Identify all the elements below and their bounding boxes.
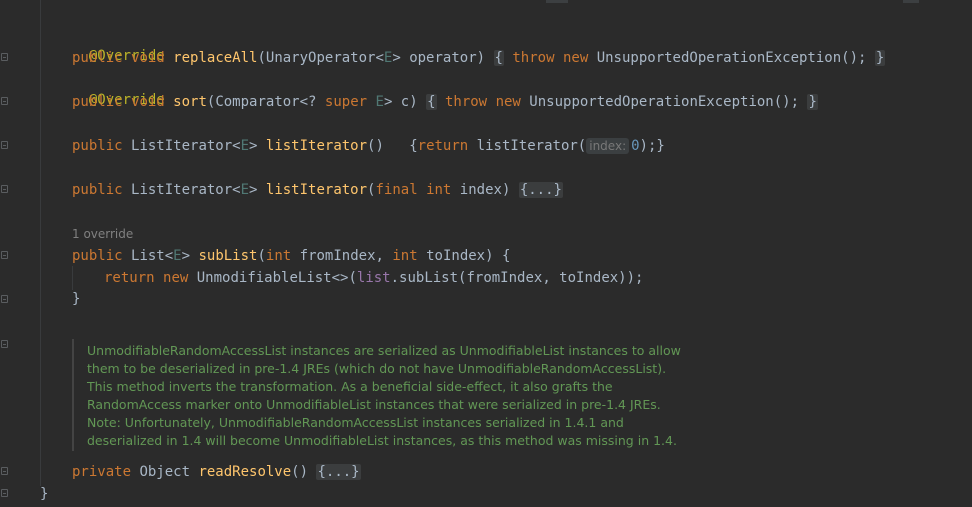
- code-text: > c): [383, 94, 427, 110]
- indent-guide: [72, 266, 73, 290]
- fold-brace[interactable]: {: [426, 94, 437, 110]
- closing-brace: }: [72, 291, 81, 307]
- doc-comment-bar: [72, 339, 74, 451]
- code-text: Object: [131, 464, 199, 480]
- type-param: E: [240, 182, 250, 198]
- folded-block[interactable]: {...}: [518, 182, 563, 198]
- type-param: E: [173, 248, 182, 264]
- code-text: fromIndex,: [291, 248, 393, 264]
- code-text: (UnaryOperator<: [257, 50, 384, 66]
- code-text: UnsupportedOperationException();: [529, 94, 800, 110]
- code-text: listIterator(: [476, 138, 587, 154]
- keyword: throw: [512, 50, 555, 66]
- doc-line: UnmodifiableRandomAccessList instances a…: [87, 343, 681, 358]
- code-line[interactable]: public List<E> subList(int fromIndex, in…: [72, 246, 510, 266]
- keyword: new: [163, 270, 189, 286]
- doc-line: This method inverts the transformation. …: [87, 379, 613, 394]
- code-text: index): [451, 182, 519, 198]
- fold-toggle-icon[interactable]: [1, 97, 8, 105]
- keyword: public: [72, 50, 123, 66]
- keyword: public: [72, 138, 123, 154]
- indent-guide: [40, 0, 41, 486]
- code-text: UnsupportedOperationException();: [596, 50, 867, 66]
- keyword: return: [417, 138, 469, 154]
- method-name: listIterator: [265, 138, 368, 154]
- fold-toggle-icon[interactable]: [1, 53, 8, 61]
- keyword: return: [104, 270, 155, 286]
- fold-brace[interactable]: }: [807, 94, 818, 110]
- scroll-marker: [546, 0, 568, 3]
- fold-toggle-icon[interactable]: [1, 489, 8, 497]
- type-param: E: [375, 94, 384, 110]
- field-reference: list: [356, 270, 391, 286]
- keyword: throw: [444, 94, 488, 110]
- keyword: int: [265, 248, 292, 264]
- code-text: >: [249, 138, 266, 154]
- fold-toggle-icon[interactable]: [1, 251, 8, 259]
- method-name: listIterator: [265, 182, 368, 198]
- code-line[interactable]: @Override: [72, 70, 165, 108]
- code-text: (: [257, 248, 266, 264]
- code-text: ListIterator<: [131, 182, 241, 198]
- code-text: (Comparator<?: [206, 94, 325, 110]
- code-text: ListIterator<: [131, 138, 241, 154]
- code-line[interactable]: @Override: [72, 26, 165, 64]
- scroll-marker: [903, 0, 919, 3]
- fold-toggle-icon[interactable]: [1, 141, 8, 149]
- type-param: E: [240, 138, 250, 154]
- code-line[interactable]: public ListIterator<E> listIterator() {r…: [72, 136, 665, 156]
- doc-line: deserialized in 1.4 will become Unmodifi…: [87, 433, 677, 448]
- keyword: public: [72, 182, 123, 198]
- code-text: (): [291, 464, 317, 480]
- code-text: >: [249, 182, 266, 198]
- number-literal: 0: [631, 138, 640, 154]
- fold-toggle-icon[interactable]: [1, 467, 8, 475]
- keyword: void: [131, 50, 165, 66]
- fold-toggle-icon[interactable]: [1, 185, 8, 193]
- code-line[interactable]: }: [72, 289, 80, 309]
- method-name: sort: [173, 94, 207, 110]
- method-name: readResolve: [198, 464, 292, 480]
- fold-brace[interactable]: {: [493, 50, 504, 66]
- fold-brace[interactable]: }: [874, 50, 886, 66]
- method-name: replaceAll: [173, 50, 258, 66]
- param-hint: index:: [586, 138, 630, 154]
- doc-line: RandomAccess marker onto UnmodifiableLis…: [87, 397, 661, 412]
- code-text: List<: [131, 248, 174, 264]
- code-line[interactable]: private Object readResolve() {...}: [72, 462, 361, 482]
- code-text: UnmodifiableList<>(: [188, 270, 357, 286]
- keyword: public: [72, 94, 123, 110]
- code-line[interactable]: public ListIterator<E> listIterator(fina…: [72, 180, 563, 200]
- code-text: (): [367, 138, 384, 154]
- folded-block[interactable]: {...}: [316, 464, 361, 480]
- keyword: public: [72, 248, 123, 264]
- keyword: void: [131, 94, 165, 110]
- method-name: subList: [198, 248, 258, 264]
- override-count-hint[interactable]: 1 override: [72, 227, 133, 241]
- fold-toggle-icon[interactable]: [1, 340, 8, 348]
- class-closing-brace: }: [40, 486, 49, 502]
- keyword: int: [392, 248, 418, 264]
- code-line[interactable]: public void replaceAll(UnaryOperator<E> …: [72, 48, 886, 68]
- code-line[interactable]: return new UnmodifiableList<>(list.subLi…: [104, 268, 643, 288]
- code-text: );}: [639, 138, 665, 154]
- code-text: > operator): [392, 50, 494, 66]
- keyword: new: [562, 50, 589, 66]
- keyword: private: [72, 464, 132, 480]
- code-text: toIndex) {: [417, 248, 511, 264]
- code-text: >: [181, 248, 199, 264]
- keyword: new: [495, 94, 521, 110]
- doc-line: them to be deserialized in pre-1.4 JREs …: [87, 361, 667, 376]
- code-line[interactable]: public void sort(Comparator<? super E> c…: [72, 92, 818, 112]
- doc-line: Note: Unfortunately, UnmodifiableRandomA…: [87, 415, 624, 430]
- keyword: super: [324, 94, 368, 110]
- fold-toggle-icon[interactable]: [1, 295, 8, 303]
- keyword: final: [375, 182, 418, 198]
- rendered-doc-comment[interactable]: UnmodifiableRandomAccessList instances a…: [87, 342, 687, 450]
- code-text: {: [409, 138, 418, 154]
- code-text: .subList(fromIndex, toIndex));: [390, 270, 644, 286]
- keyword: int: [426, 182, 452, 198]
